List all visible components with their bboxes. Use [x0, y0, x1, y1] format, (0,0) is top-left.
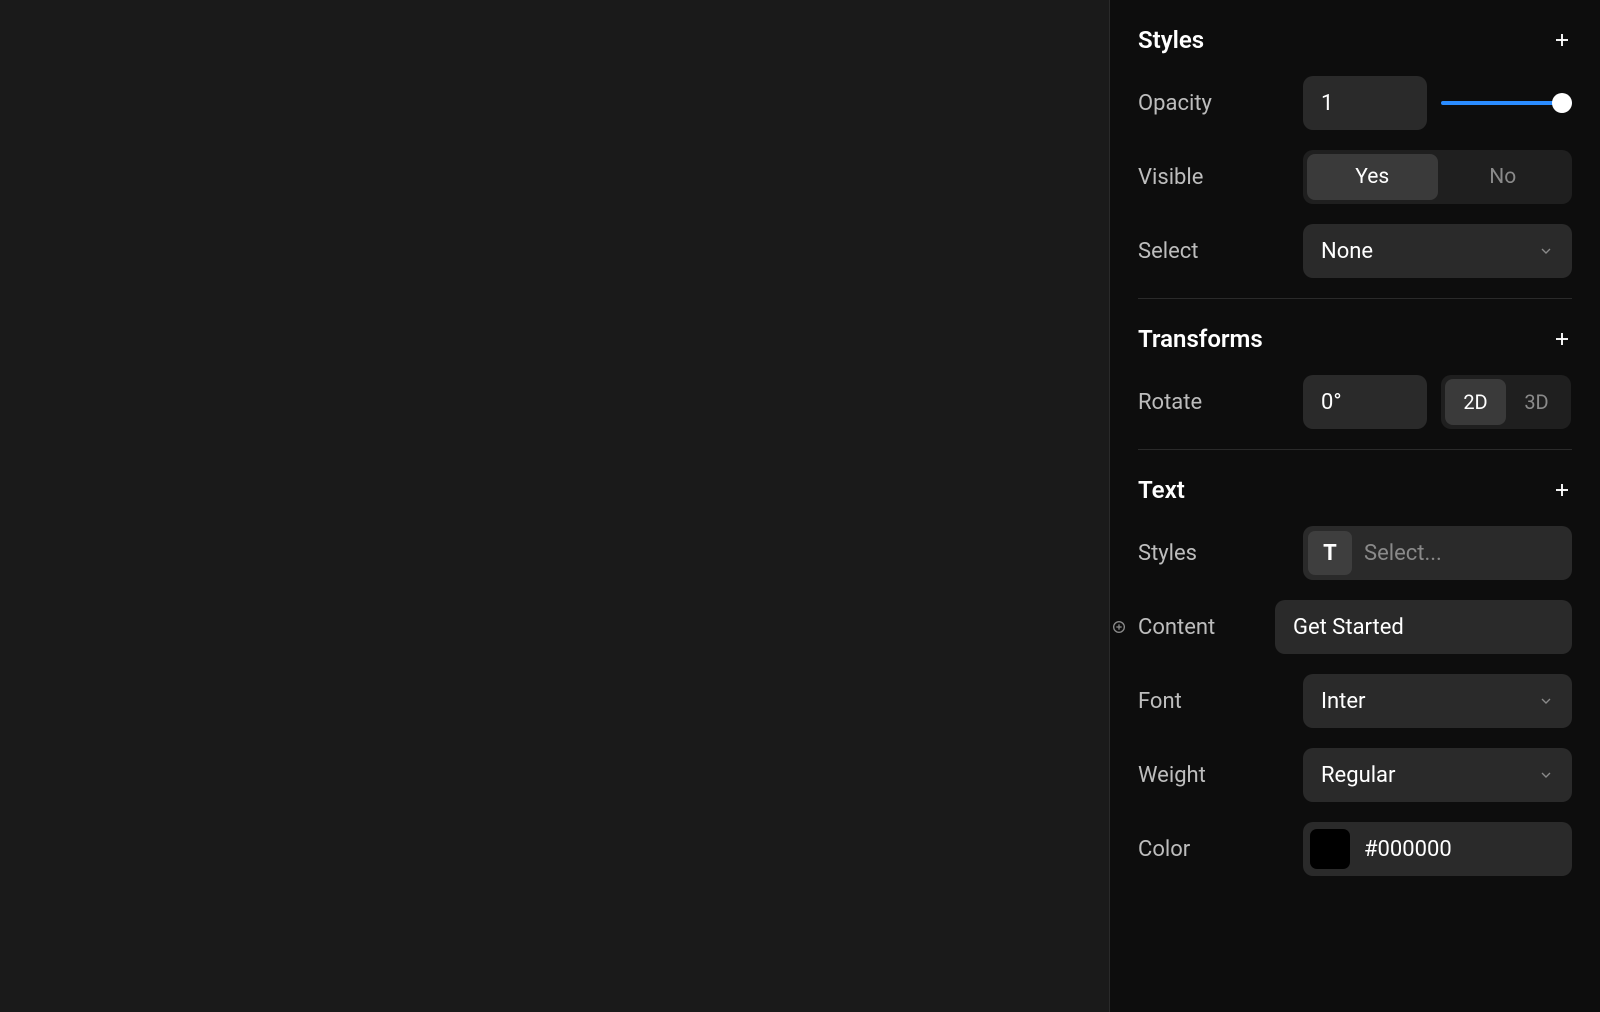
row-content: Content	[1138, 600, 1572, 654]
row-visible: Visible Yes No	[1138, 150, 1572, 204]
rotate-3d-button[interactable]: 3D	[1506, 379, 1567, 425]
section-styles: Styles Opacity Vi	[1138, 26, 1572, 278]
color-value: #000000	[1364, 837, 1452, 862]
row-opacity: Opacity	[1138, 76, 1572, 130]
row-color: Color #000000	[1138, 822, 1572, 876]
chevron-down-icon	[1538, 767, 1554, 783]
chevron-down-icon	[1538, 243, 1554, 259]
weight-dropdown[interactable]: Regular	[1303, 748, 1572, 802]
row-select: Select None	[1138, 224, 1572, 278]
row-text-styles: Styles T Select...	[1138, 526, 1572, 580]
text-style-picker[interactable]: T Select...	[1303, 526, 1572, 580]
plus-icon[interactable]	[1552, 329, 1572, 349]
opacity-slider[interactable]	[1441, 93, 1572, 113]
content-label: Content	[1138, 615, 1215, 640]
section-transforms: Transforms Rotate 2D 3D	[1138, 325, 1572, 429]
visible-toggle: Yes No	[1303, 150, 1572, 204]
weight-value: Regular	[1321, 763, 1395, 788]
opacity-label: Opacity	[1138, 91, 1212, 116]
chevron-down-icon	[1538, 693, 1554, 709]
section-header-text: Text	[1138, 476, 1572, 504]
plus-icon[interactable]	[1552, 30, 1572, 50]
app-root: Styles Opacity Vi	[0, 0, 1600, 1012]
section-title-styles: Styles	[1138, 26, 1204, 54]
row-weight: Weight Regular	[1138, 748, 1572, 802]
plus-icon[interactable]	[1552, 480, 1572, 500]
divider	[1138, 449, 1572, 450]
font-label: Font	[1138, 689, 1182, 714]
text-style-placeholder: Select...	[1364, 541, 1442, 566]
select-value: None	[1321, 239, 1373, 264]
select-label: Select	[1138, 239, 1198, 264]
properties-panel: Styles Opacity Vi	[1110, 0, 1600, 1012]
rotate-label: Rotate	[1138, 390, 1202, 415]
font-dropdown[interactable]: Inter	[1303, 674, 1572, 728]
color-swatch[interactable]	[1310, 829, 1350, 869]
font-value: Inter	[1321, 689, 1365, 714]
section-header-transforms: Transforms	[1138, 325, 1572, 353]
slider-thumb[interactable]	[1552, 93, 1572, 113]
weight-label: Weight	[1138, 763, 1206, 788]
text-styles-label: Styles	[1138, 541, 1197, 566]
color-picker[interactable]: #000000	[1303, 822, 1572, 876]
section-header-styles: Styles	[1138, 26, 1572, 54]
visible-label: Visible	[1138, 165, 1203, 190]
text-icon: T	[1308, 531, 1352, 575]
opacity-input[interactable]	[1303, 76, 1427, 130]
section-title-transforms: Transforms	[1138, 325, 1263, 353]
rotate-2d-button[interactable]: 2D	[1445, 379, 1506, 425]
section-title-text: Text	[1138, 476, 1185, 504]
divider	[1138, 298, 1572, 299]
content-input[interactable]	[1275, 600, 1572, 654]
row-font: Font Inter	[1138, 674, 1572, 728]
section-text: Text Styles T Select...	[1138, 476, 1572, 876]
rotate-input[interactable]	[1303, 375, 1427, 429]
select-dropdown[interactable]: None	[1303, 224, 1572, 278]
design-canvas[interactable]	[0, 0, 1110, 1012]
visible-yes-button[interactable]: Yes	[1307, 154, 1438, 200]
row-rotate: Rotate 2D 3D	[1138, 375, 1572, 429]
override-icon[interactable]	[1110, 618, 1128, 636]
rotate-mode-toggle: 2D 3D	[1441, 375, 1571, 429]
visible-no-button[interactable]: No	[1438, 154, 1569, 200]
color-label: Color	[1138, 837, 1190, 862]
